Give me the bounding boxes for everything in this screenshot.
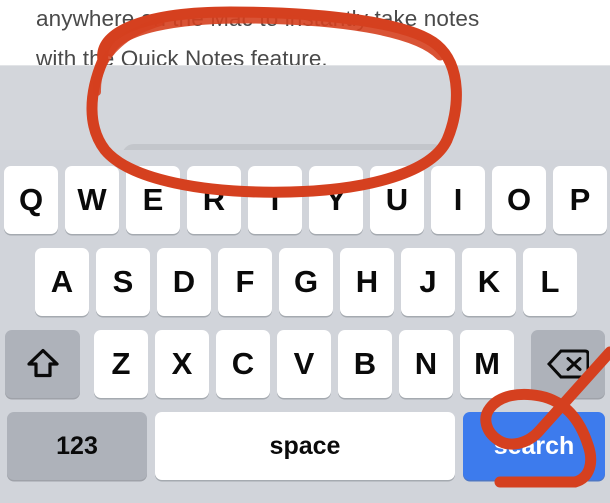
- delete-key[interactable]: [531, 330, 605, 398]
- key-d[interactable]: D: [157, 248, 211, 316]
- screen-root: anywhere on the Mac to instantly take no…: [0, 0, 610, 503]
- search-submit-key[interactable]: search: [463, 412, 605, 480]
- key-q[interactable]: Q: [4, 166, 58, 234]
- key-c[interactable]: C: [216, 330, 270, 398]
- shift-arrow-icon: [25, 346, 61, 382]
- key-s[interactable]: S: [96, 248, 150, 316]
- key-w[interactable]: W: [65, 166, 119, 234]
- on-screen-keyboard: Q W E R T Y U I O P A S D F G H J K L Z …: [0, 150, 610, 503]
- shift-key[interactable]: [5, 330, 80, 398]
- key-v[interactable]: V: [277, 330, 331, 398]
- backspace-delete-icon: [547, 348, 589, 380]
- key-f[interactable]: F: [218, 248, 272, 316]
- key-y[interactable]: Y: [309, 166, 363, 234]
- key-h[interactable]: H: [340, 248, 394, 316]
- key-r[interactable]: R: [187, 166, 241, 234]
- page-content: anywhere on the Mac to instantly take no…: [0, 0, 610, 72]
- content-line-1: anywhere on the Mac to instantly take no…: [36, 6, 480, 31]
- find-toolbar: Done corner 1 of 3: [0, 65, 610, 199]
- key-n[interactable]: N: [399, 330, 453, 398]
- key-b[interactable]: B: [338, 330, 392, 398]
- key-t[interactable]: T: [248, 166, 302, 234]
- key-e[interactable]: E: [126, 166, 180, 234]
- key-i[interactable]: I: [431, 166, 485, 234]
- key-u[interactable]: U: [370, 166, 424, 234]
- key-k[interactable]: K: [462, 248, 516, 316]
- key-a[interactable]: A: [35, 248, 89, 316]
- numbers-key[interactable]: 123: [7, 412, 147, 480]
- key-g[interactable]: G: [279, 248, 333, 316]
- key-l[interactable]: L: [523, 248, 577, 316]
- key-x[interactable]: X: [155, 330, 209, 398]
- key-o[interactable]: O: [492, 166, 546, 234]
- space-key[interactable]: space: [155, 412, 455, 480]
- key-p[interactable]: P: [553, 166, 607, 234]
- key-m[interactable]: M: [460, 330, 514, 398]
- key-z[interactable]: Z: [94, 330, 148, 398]
- key-j[interactable]: J: [401, 248, 455, 316]
